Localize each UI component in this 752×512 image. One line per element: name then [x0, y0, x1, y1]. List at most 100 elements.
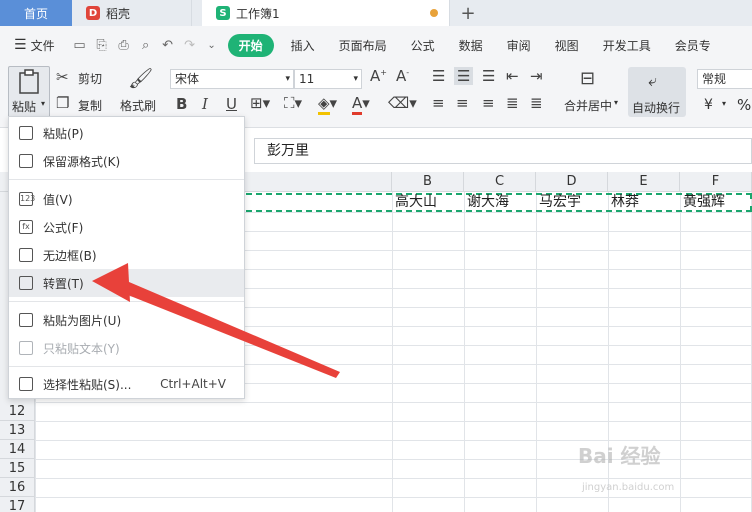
menu-item-paste-formula[interactable]: fx 公式(F)	[9, 213, 244, 241]
cell-d1[interactable]: 马宏宇	[536, 193, 581, 212]
menu-item-paste-values[interactable]: 123 值(V)	[9, 185, 244, 213]
menu-item-no-border[interactable]: 无边框(B)	[9, 241, 244, 269]
keep-source-format-icon	[19, 154, 33, 168]
menu-item-paste-special[interactable]: 选择性粘贴(S)... Ctrl+Alt+V	[9, 370, 244, 398]
align-bottom-icon[interactable]: ☰	[482, 67, 495, 85]
menu-item-label: 选择性粘贴(S)...	[43, 377, 132, 392]
row-header-15[interactable]: 15	[0, 459, 35, 478]
row-header-14[interactable]: 14	[0, 440, 35, 459]
copy-icon: ❐	[56, 94, 70, 112]
indent-increase-icon[interactable]: ⇥	[530, 67, 543, 85]
spreadsheet-logo-icon: S	[216, 6, 230, 20]
eraser-icon[interactable]: ⌫▾	[388, 94, 417, 112]
cell-c1[interactable]: 谢大海	[464, 193, 509, 212]
unsaved-dot-icon	[430, 9, 438, 17]
tab-review[interactable]: 审阅	[495, 37, 543, 54]
align-middle-icon[interactable]: ☰	[454, 67, 474, 85]
tab-insert[interactable]: 插入	[279, 37, 327, 54]
transpose-icon	[19, 276, 33, 290]
new-tab-button[interactable]: +	[450, 0, 486, 26]
paste-button[interactable]: 粘贴 ▾	[8, 66, 50, 118]
currency-dropdown-icon[interactable]: ▾	[722, 99, 726, 108]
align-left-icon[interactable]: ≡	[432, 94, 445, 112]
redo-icon[interactable]: ↷	[179, 38, 201, 53]
column-header-b[interactable]: B	[392, 172, 464, 192]
row-header-13[interactable]: 13	[0, 421, 35, 440]
no-border-icon	[19, 248, 33, 262]
file-menu-label: 文件	[30, 38, 55, 53]
font-color-icon[interactable]: A▾	[352, 94, 370, 115]
menu-item-transpose[interactable]: 转置(T)	[9, 269, 244, 297]
justify-icon[interactable]: ≣	[506, 94, 519, 112]
export-icon[interactable]: ⎘	[91, 38, 113, 53]
tab-page-layout[interactable]: 页面布局	[327, 37, 399, 54]
row-header-12[interactable]: 12	[0, 402, 35, 421]
align-top-icon[interactable]: ☰	[432, 67, 445, 85]
column-header-f[interactable]: F	[680, 172, 752, 192]
indent-decrease-icon[interactable]: ⇤	[506, 67, 519, 85]
decrease-font-icon[interactable]: A-	[396, 67, 409, 85]
column-header-e[interactable]: E	[608, 172, 680, 192]
tab-start[interactable]: 开始	[227, 33, 274, 57]
format-painter-button[interactable]: 格式刷	[120, 97, 156, 114]
tab-data[interactable]: 数据	[447, 37, 495, 54]
tab-view[interactable]: 视图	[543, 37, 591, 54]
print-preview-icon[interactable]: ⌕	[135, 38, 157, 53]
merge-center-button[interactable]: 合并居中	[564, 97, 612, 114]
file-menu[interactable]: ☰ 文件	[0, 37, 59, 54]
tab-member[interactable]: 会员专	[663, 37, 723, 54]
tab-formula[interactable]: 公式	[399, 37, 447, 54]
font-name-select[interactable]: 宋体 ▾	[170, 69, 294, 89]
align-right-icon[interactable]: ≡	[482, 94, 495, 112]
cut-button[interactable]: 剪切	[78, 70, 102, 87]
font-size-select[interactable]: 11 ▾	[294, 69, 362, 89]
cell-b1[interactable]: 高大山	[392, 193, 437, 212]
cell-e1[interactable]: 林莽	[608, 193, 639, 212]
title-bar: 首页 D 稻壳 S 工作簿1 +	[0, 0, 752, 26]
tab-workbook-label: 工作簿1	[236, 6, 280, 21]
clipboard-icon	[19, 69, 39, 94]
align-center-icon[interactable]: ≡	[456, 94, 469, 112]
menu-item-label: 值(V)	[43, 192, 73, 207]
border-icon[interactable]: ⊞▾	[250, 94, 270, 112]
chevron-down-icon[interactable]: ⌄	[201, 40, 223, 51]
merge-center-icon: ⊟	[580, 68, 596, 89]
cell-f1[interactable]: 黄强辉	[680, 193, 725, 212]
paste-values-icon: 123	[19, 192, 35, 206]
formula-input[interactable]: 彭万里	[254, 138, 752, 164]
bold-icon[interactable]: B	[176, 95, 187, 113]
number-format-select[interactable]: 常规	[697, 69, 752, 89]
row-header-16[interactable]: 16	[0, 478, 35, 497]
italic-icon[interactable]: I	[202, 95, 208, 113]
paste-label: 粘贴	[12, 100, 37, 114]
currency-button[interactable]: ¥	[704, 97, 713, 113]
copy-button[interactable]: 复制	[78, 97, 102, 114]
menu-item-label: 保留源格式(K)	[43, 154, 121, 169]
underline-icon[interactable]: U	[226, 95, 237, 113]
tab-home[interactable]: 首页	[0, 0, 72, 26]
tab-docer-label: 稻壳	[106, 6, 131, 21]
percent-button[interactable]: %	[737, 96, 751, 114]
tab-developer[interactable]: 开发工具	[591, 37, 663, 54]
tab-docer[interactable]: D 稻壳	[72, 0, 192, 26]
tab-workbook[interactable]: S 工作簿1	[202, 0, 450, 26]
distributed-icon[interactable]: ≣	[530, 94, 543, 112]
print-icon[interactable]: ⎙	[113, 38, 135, 53]
column-header-c[interactable]: C	[464, 172, 536, 192]
paste-icon	[19, 126, 33, 140]
row-header-17[interactable]: 17	[0, 497, 35, 512]
menu-item-label: 只粘贴文本(Y)	[43, 341, 120, 356]
chevron-down-icon: ▾	[353, 74, 358, 84]
increase-font-icon[interactable]: A+	[370, 67, 387, 85]
menu-item-paste-text-only: 只粘贴文本(Y)	[9, 334, 244, 362]
save-icon[interactable]: ▭	[69, 38, 91, 53]
menu-item-paste[interactable]: 粘贴(P)	[9, 119, 244, 147]
menu-item-paste-as-picture[interactable]: 粘贴为图片(U)	[9, 306, 244, 334]
undo-icon[interactable]: ↶	[157, 38, 179, 53]
column-header-d[interactable]: D	[536, 172, 608, 192]
cell-fill-icon[interactable]: ⛶▾	[284, 94, 302, 112]
merge-dropdown-icon[interactable]: ▾	[614, 98, 618, 107]
menu-item-keep-source-format[interactable]: 保留源格式(K)	[9, 147, 244, 175]
wrap-text-button[interactable]: ⤶ 自动换行	[628, 67, 686, 117]
fill-color-icon[interactable]: ◈▾	[318, 94, 337, 115]
